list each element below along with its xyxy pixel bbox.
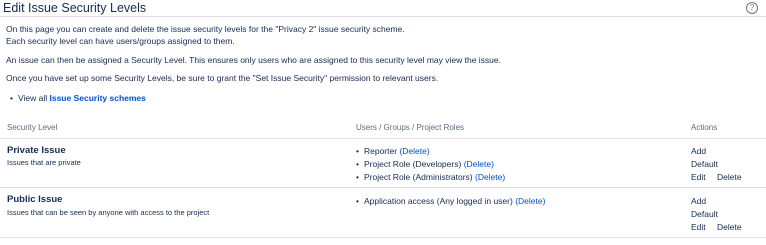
help-icon[interactable]: ? — [746, 2, 758, 14]
page-header: Edit Issue Security Levels ? — [0, 0, 766, 17]
action-delete-link[interactable]: Delete — [717, 172, 742, 182]
intro-line-2: Each security level can have users/group… — [6, 36, 235, 46]
level-desc-private-issue: Issues that are private — [7, 158, 81, 167]
member-label: Project Role (Administrators) — [363, 172, 473, 182]
table-header-divider — [0, 138, 766, 139]
action-default-link[interactable]: Default — [691, 159, 718, 169]
view-all-item: View all Issue Security schemes — [10, 93, 146, 103]
member-delete-link[interactable]: (Delete) — [475, 172, 505, 182]
action-edit-link[interactable]: Edit — [691, 172, 706, 182]
intro-line-1: On this page you can create and delete t… — [6, 24, 405, 34]
member-delete-link[interactable]: (Delete) — [399, 146, 429, 156]
issue-security-schemes-link[interactable]: Issue Security schemes — [49, 93, 145, 103]
member-item: Reporter (Delete) — [356, 146, 430, 156]
col-actions: Actions — [691, 123, 718, 132]
level-name-private-issue: Private Issue — [7, 145, 66, 156]
member-label: Reporter — [363, 146, 398, 156]
member-item: Application access (Any logged in user) … — [356, 196, 545, 206]
col-users-groups-roles: Users / Groups / Project Roles — [356, 123, 465, 132]
member-item: Project Role (Administrators) (Delete) — [356, 172, 505, 182]
member-delete-link[interactable]: (Delete) — [515, 196, 545, 206]
member-delete-link[interactable]: (Delete) — [464, 159, 494, 169]
view-all-prefix: View all — [17, 93, 50, 103]
level-name-public-issue: Public Issue — [7, 194, 63, 205]
action-edit-link[interactable]: Edit — [691, 222, 706, 232]
intro-line-3: An issue can then be assigned a Security… — [6, 55, 501, 65]
member-label: Project Role (Developers) — [363, 159, 462, 169]
action-default-link[interactable]: Default — [691, 209, 718, 219]
action-add-link[interactable]: Add — [691, 146, 706, 156]
level-desc-public-issue: Issues that can be seen by anyone with a… — [7, 208, 210, 217]
action-add-link[interactable]: Add — [691, 196, 706, 206]
member-item: Project Role (Developers) (Delete) — [356, 159, 494, 169]
member-label: Application access (Any logged in user) — [363, 196, 513, 206]
col-security-level: Security Level — [7, 123, 58, 132]
table-bottom-divider — [0, 237, 766, 238]
page-title: Edit Issue Security Levels — [3, 1, 147, 15]
intro-line-4: Once you have set up some Security Level… — [6, 73, 439, 83]
row-divider — [0, 187, 766, 188]
action-delete-link[interactable]: Delete — [717, 222, 742, 232]
